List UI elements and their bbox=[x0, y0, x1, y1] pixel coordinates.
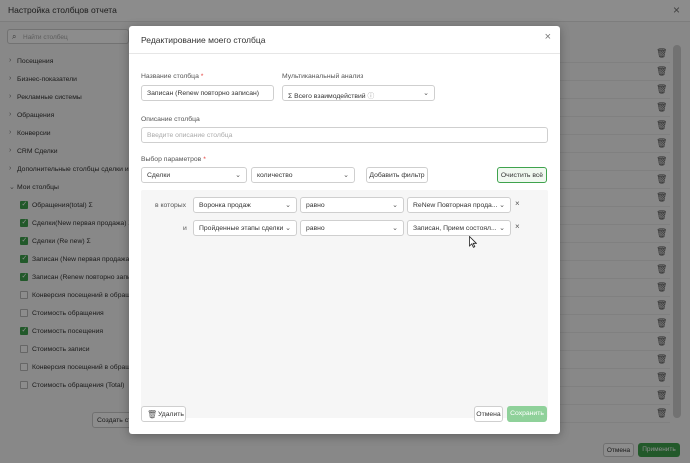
help-icon[interactable]: ⓘ bbox=[367, 93, 374, 100]
modal-title: Редактирование моего столбца bbox=[141, 35, 266, 45]
modal-footer: 🗑 Удалить Отмена Сохранить bbox=[129, 398, 560, 434]
remove-filter-icon[interactable]: × bbox=[515, 222, 520, 231]
filter-prefix: и bbox=[183, 225, 187, 232]
chevron-down-icon: ⌄ bbox=[499, 225, 505, 232]
delete-label: Удалить bbox=[158, 411, 184, 418]
multichannel-label: Мультиканальный анализ bbox=[282, 73, 364, 80]
multichannel-select[interactable]: Σ Всего взаимодействий ⓘ ⌄ bbox=[282, 85, 435, 101]
add-filter-button[interactable]: Добавить фильтр bbox=[366, 167, 428, 183]
filter-area: в которых Воронка продаж ⌄ равно ⌄ ReNew… bbox=[141, 190, 548, 418]
params-label: Выбор параметров * bbox=[141, 156, 206, 163]
description-label: Описание столбца bbox=[141, 116, 200, 123]
save-button[interactable]: Сохранить bbox=[507, 406, 547, 422]
trash-icon: 🗑 bbox=[147, 410, 158, 419]
filter-operator-value: равно bbox=[306, 224, 325, 232]
filter-value-select[interactable]: Записан, Прием состоял... ⌄ bbox=[407, 220, 511, 236]
filter-value-select[interactable]: ReNew Повторная прода... ⌄ bbox=[407, 197, 511, 213]
chevron-down-icon: ⌄ bbox=[235, 172, 241, 179]
filter-operator-select[interactable]: равно ⌄ bbox=[300, 220, 404, 236]
chevron-down-icon: ⌄ bbox=[499, 202, 505, 209]
modal-header: Редактирование моего столбца × bbox=[129, 26, 560, 54]
filter-field-value: Воронка продаж bbox=[199, 201, 251, 209]
metric-select[interactable]: количество ⌄ bbox=[251, 167, 355, 183]
metric-value: количество bbox=[257, 171, 293, 179]
mouse-cursor-icon bbox=[469, 236, 477, 248]
filter-value-text: ReNew Повторная прода... bbox=[413, 201, 498, 209]
chevron-down-icon: ⌄ bbox=[392, 225, 398, 232]
description-input[interactable]: Введите описание столбца bbox=[141, 127, 548, 143]
multichannel-value-text: Σ Всего взаимодействий bbox=[288, 92, 366, 100]
filter-value-text: Записан, Прием состоял... bbox=[413, 224, 497, 232]
edit-column-modal: Редактирование моего столбца × Название … bbox=[129, 26, 560, 434]
filter-prefix: в которых bbox=[155, 202, 187, 209]
chevron-down-icon: ⌄ bbox=[423, 90, 429, 97]
required-asterisk: * bbox=[200, 73, 204, 80]
remove-filter-icon[interactable]: × bbox=[515, 199, 520, 208]
filter-field-value: Пройденные этапы сделки bbox=[199, 224, 284, 232]
filter-operator-value: равно bbox=[306, 201, 325, 209]
params-label-text: Выбор параметров bbox=[141, 156, 202, 163]
name-label-text: Название столбца bbox=[141, 73, 199, 80]
modal-cancel-button[interactable]: Отмена bbox=[474, 406, 503, 422]
delete-button[interactable]: 🗑 Удалить bbox=[141, 406, 186, 422]
clear-all-button[interactable]: Очистить всё bbox=[497, 167, 547, 183]
chevron-down-icon: ⌄ bbox=[392, 202, 398, 209]
entity-select[interactable]: Сделки ⌄ bbox=[141, 167, 247, 183]
required-asterisk: * bbox=[203, 156, 206, 163]
chevron-down-icon: ⌄ bbox=[343, 172, 349, 179]
name-field-label: Название столбца * bbox=[141, 73, 203, 80]
chevron-down-icon: ⌄ bbox=[285, 202, 291, 209]
close-icon[interactable]: × bbox=[545, 31, 551, 43]
filter-field-select[interactable]: Воронка продаж ⌄ bbox=[193, 197, 297, 213]
entity-value: Сделки bbox=[147, 171, 171, 179]
filter-operator-select[interactable]: равно ⌄ bbox=[300, 197, 404, 213]
chevron-down-icon: ⌄ bbox=[285, 225, 291, 232]
multichannel-value: Σ Всего взаимодействий ⓘ bbox=[288, 90, 374, 100]
filter-field-select[interactable]: Пройденные этапы сделки ⌄ bbox=[193, 220, 297, 236]
column-name-input[interactable]: Записан (Renew повторно записан) bbox=[141, 85, 274, 101]
